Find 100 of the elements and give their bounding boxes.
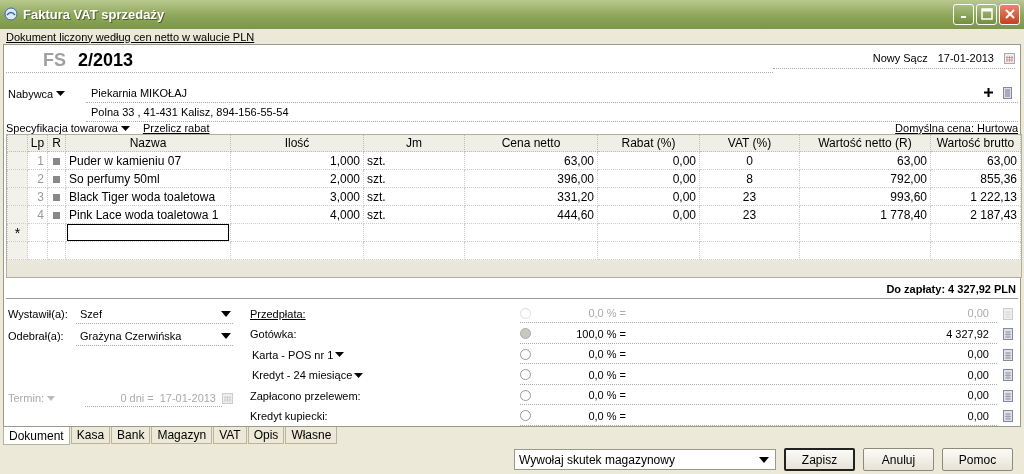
tab[interactable]: Bank xyxy=(111,427,151,445)
maximize-icon[interactable] xyxy=(980,8,993,21)
radio-button[interactable] xyxy=(520,389,531,401)
date-field[interactable]: 17-01-2013 xyxy=(937,52,994,65)
tab[interactable]: Dokument xyxy=(3,427,70,446)
table-cell: 1,000 xyxy=(230,151,364,170)
app-icon xyxy=(4,7,18,22)
buyer-address: Polna 33 , 41-431 Kalisz, 894-156-55-54 xyxy=(91,105,289,118)
table-cell: 63,00 xyxy=(799,151,931,170)
calculator-icon[interactable] xyxy=(1003,348,1013,361)
field-label: Odebrał(a): xyxy=(8,330,65,343)
calculator-icon[interactable] xyxy=(1003,389,1013,402)
caret-icon[interactable] xyxy=(120,125,130,131)
payment-method-label[interactable]: Karta - POS nr 1 xyxy=(252,348,334,361)
list-icon[interactable] xyxy=(1003,86,1012,99)
table-cell: 2,000 xyxy=(230,169,364,188)
square-icon xyxy=(53,157,60,165)
payment-method-label: Gotówka: xyxy=(250,328,297,341)
radio-button[interactable] xyxy=(520,369,531,381)
table-cell: 3 xyxy=(27,187,48,206)
action-dropdown[interactable]: Wywołaj skutek magazynowy xyxy=(514,449,776,471)
percent-value: 0,0 % = xyxy=(587,368,626,381)
field-label: Wystawił(a): xyxy=(8,308,69,321)
caret-icon[interactable] xyxy=(221,332,231,339)
caret-icon[interactable] xyxy=(354,372,364,378)
buyer-name: Piekarnia MIKOŁAJ xyxy=(91,86,187,99)
square-icon xyxy=(53,193,60,201)
amount-value: 0,00 xyxy=(967,368,990,381)
column-header[interactable]: Cena netto xyxy=(464,135,598,152)
table-cell: Black Tiger woda toaletowa xyxy=(65,187,231,206)
recalculate-link[interactable]: Przelicz rabat xyxy=(142,122,210,135)
info-link[interactable]: Dokument liczony według cen netto w walucie PLN xyxy=(6,30,255,43)
radio-button[interactable] xyxy=(520,348,531,360)
radio-button[interactable] xyxy=(520,410,531,422)
table-cell: szt. xyxy=(363,169,465,188)
calculator-icon[interactable] xyxy=(1003,410,1013,423)
window-title: Faktura VAT sprzedaży xyxy=(23,6,165,22)
maximize-button[interactable] xyxy=(976,3,997,25)
table-cell: Pink Lace woda toaletowa 1 xyxy=(65,205,231,224)
table-cell: 855,36 xyxy=(930,169,1021,188)
payment-method-label: Zapłacono przelewem: xyxy=(250,389,361,402)
radio-button[interactable] xyxy=(520,328,531,340)
term-date: 17-01-2013 xyxy=(159,391,216,404)
caret-icon[interactable] xyxy=(335,352,345,358)
dialog-button[interactable]: Anuluj xyxy=(863,448,934,472)
tab[interactable]: Kasa xyxy=(70,427,111,445)
table-cell: 63,00 xyxy=(930,151,1021,170)
buyer-label[interactable]: Nabywca xyxy=(8,87,54,100)
table-cell: Puder w kamieniu 07 xyxy=(65,151,231,170)
default-price-link[interactable]: Domyślna cena: Hurtowa xyxy=(895,122,1018,135)
caret-icon[interactable] xyxy=(759,456,769,463)
close-icon[interactable] xyxy=(1003,8,1016,21)
tab[interactable]: Opis xyxy=(247,427,285,445)
table-cell: 4,000 xyxy=(230,205,364,224)
amount-value: 0,00 xyxy=(967,409,990,422)
person-dropdown[interactable]: Grażyna Czerwińska xyxy=(76,326,233,346)
tab[interactable]: VAT xyxy=(213,427,247,445)
caret-icon[interactable] xyxy=(221,310,231,317)
column-header[interactable]: VAT (%) xyxy=(699,135,800,152)
amount-value: 0,00 xyxy=(967,389,990,402)
table-cell: 8 xyxy=(699,169,800,188)
table-cell: 792,00 xyxy=(799,169,931,188)
column-header[interactable]: Nazwa xyxy=(65,135,231,152)
column-header[interactable]: Rabat (%) xyxy=(597,135,700,152)
table-cell: szt. xyxy=(363,187,465,206)
tab[interactable]: Własne xyxy=(285,427,338,445)
percent-value: 0,0 % = xyxy=(587,389,626,402)
table-cell: 0,00 xyxy=(597,169,700,188)
total-amount: Do zapłaty: 4 327,92 PLN xyxy=(6,278,1018,300)
table-cell: 444,60 xyxy=(464,205,598,224)
percent-value: 0,0 % = xyxy=(587,409,626,422)
percent-value: 100,0 % = xyxy=(575,327,626,340)
plus-icon[interactable] xyxy=(984,88,993,98)
table-cell: 2 187,43 xyxy=(930,205,1021,224)
person-dropdown[interactable]: Szef xyxy=(76,304,233,324)
column-header[interactable]: Ilość xyxy=(230,135,364,152)
specification-label[interactable]: Specyfikacja towarowa xyxy=(6,122,118,135)
calendar-icon[interactable] xyxy=(1004,52,1015,64)
table-cell: 993,60 xyxy=(799,187,931,206)
dialog-button[interactable]: Zapisz xyxy=(784,448,855,472)
dialog-button[interactable]: Pomoc xyxy=(942,448,1013,472)
calculator-icon[interactable] xyxy=(1003,328,1013,341)
column-header[interactable]: Lp xyxy=(27,135,48,152)
column-header[interactable]: Jm xyxy=(363,135,465,152)
place-field[interactable]: Nowy Sącz xyxy=(872,52,928,65)
table-cell: 1 xyxy=(27,151,48,170)
calculator-icon[interactable] xyxy=(1003,369,1013,382)
input-field[interactable] xyxy=(67,224,229,242)
column-header[interactable]: Wartość brutto xyxy=(930,135,1021,152)
caret-icon[interactable] xyxy=(56,91,66,97)
amount-value: 0,00 xyxy=(967,307,990,320)
payment-method-label[interactable]: Kredyt - 24 miesiące xyxy=(252,369,353,382)
table-cell: 331,20 xyxy=(464,187,598,206)
square-icon xyxy=(53,211,60,219)
minimize-button[interactable] xyxy=(953,3,974,25)
column-header[interactable]: Wartość netto (R) xyxy=(799,135,931,152)
close-button[interactable] xyxy=(999,3,1020,25)
tab[interactable]: Magazyn xyxy=(151,427,213,445)
table-cell: szt. xyxy=(363,205,465,224)
table-cell: 23 xyxy=(699,205,800,224)
